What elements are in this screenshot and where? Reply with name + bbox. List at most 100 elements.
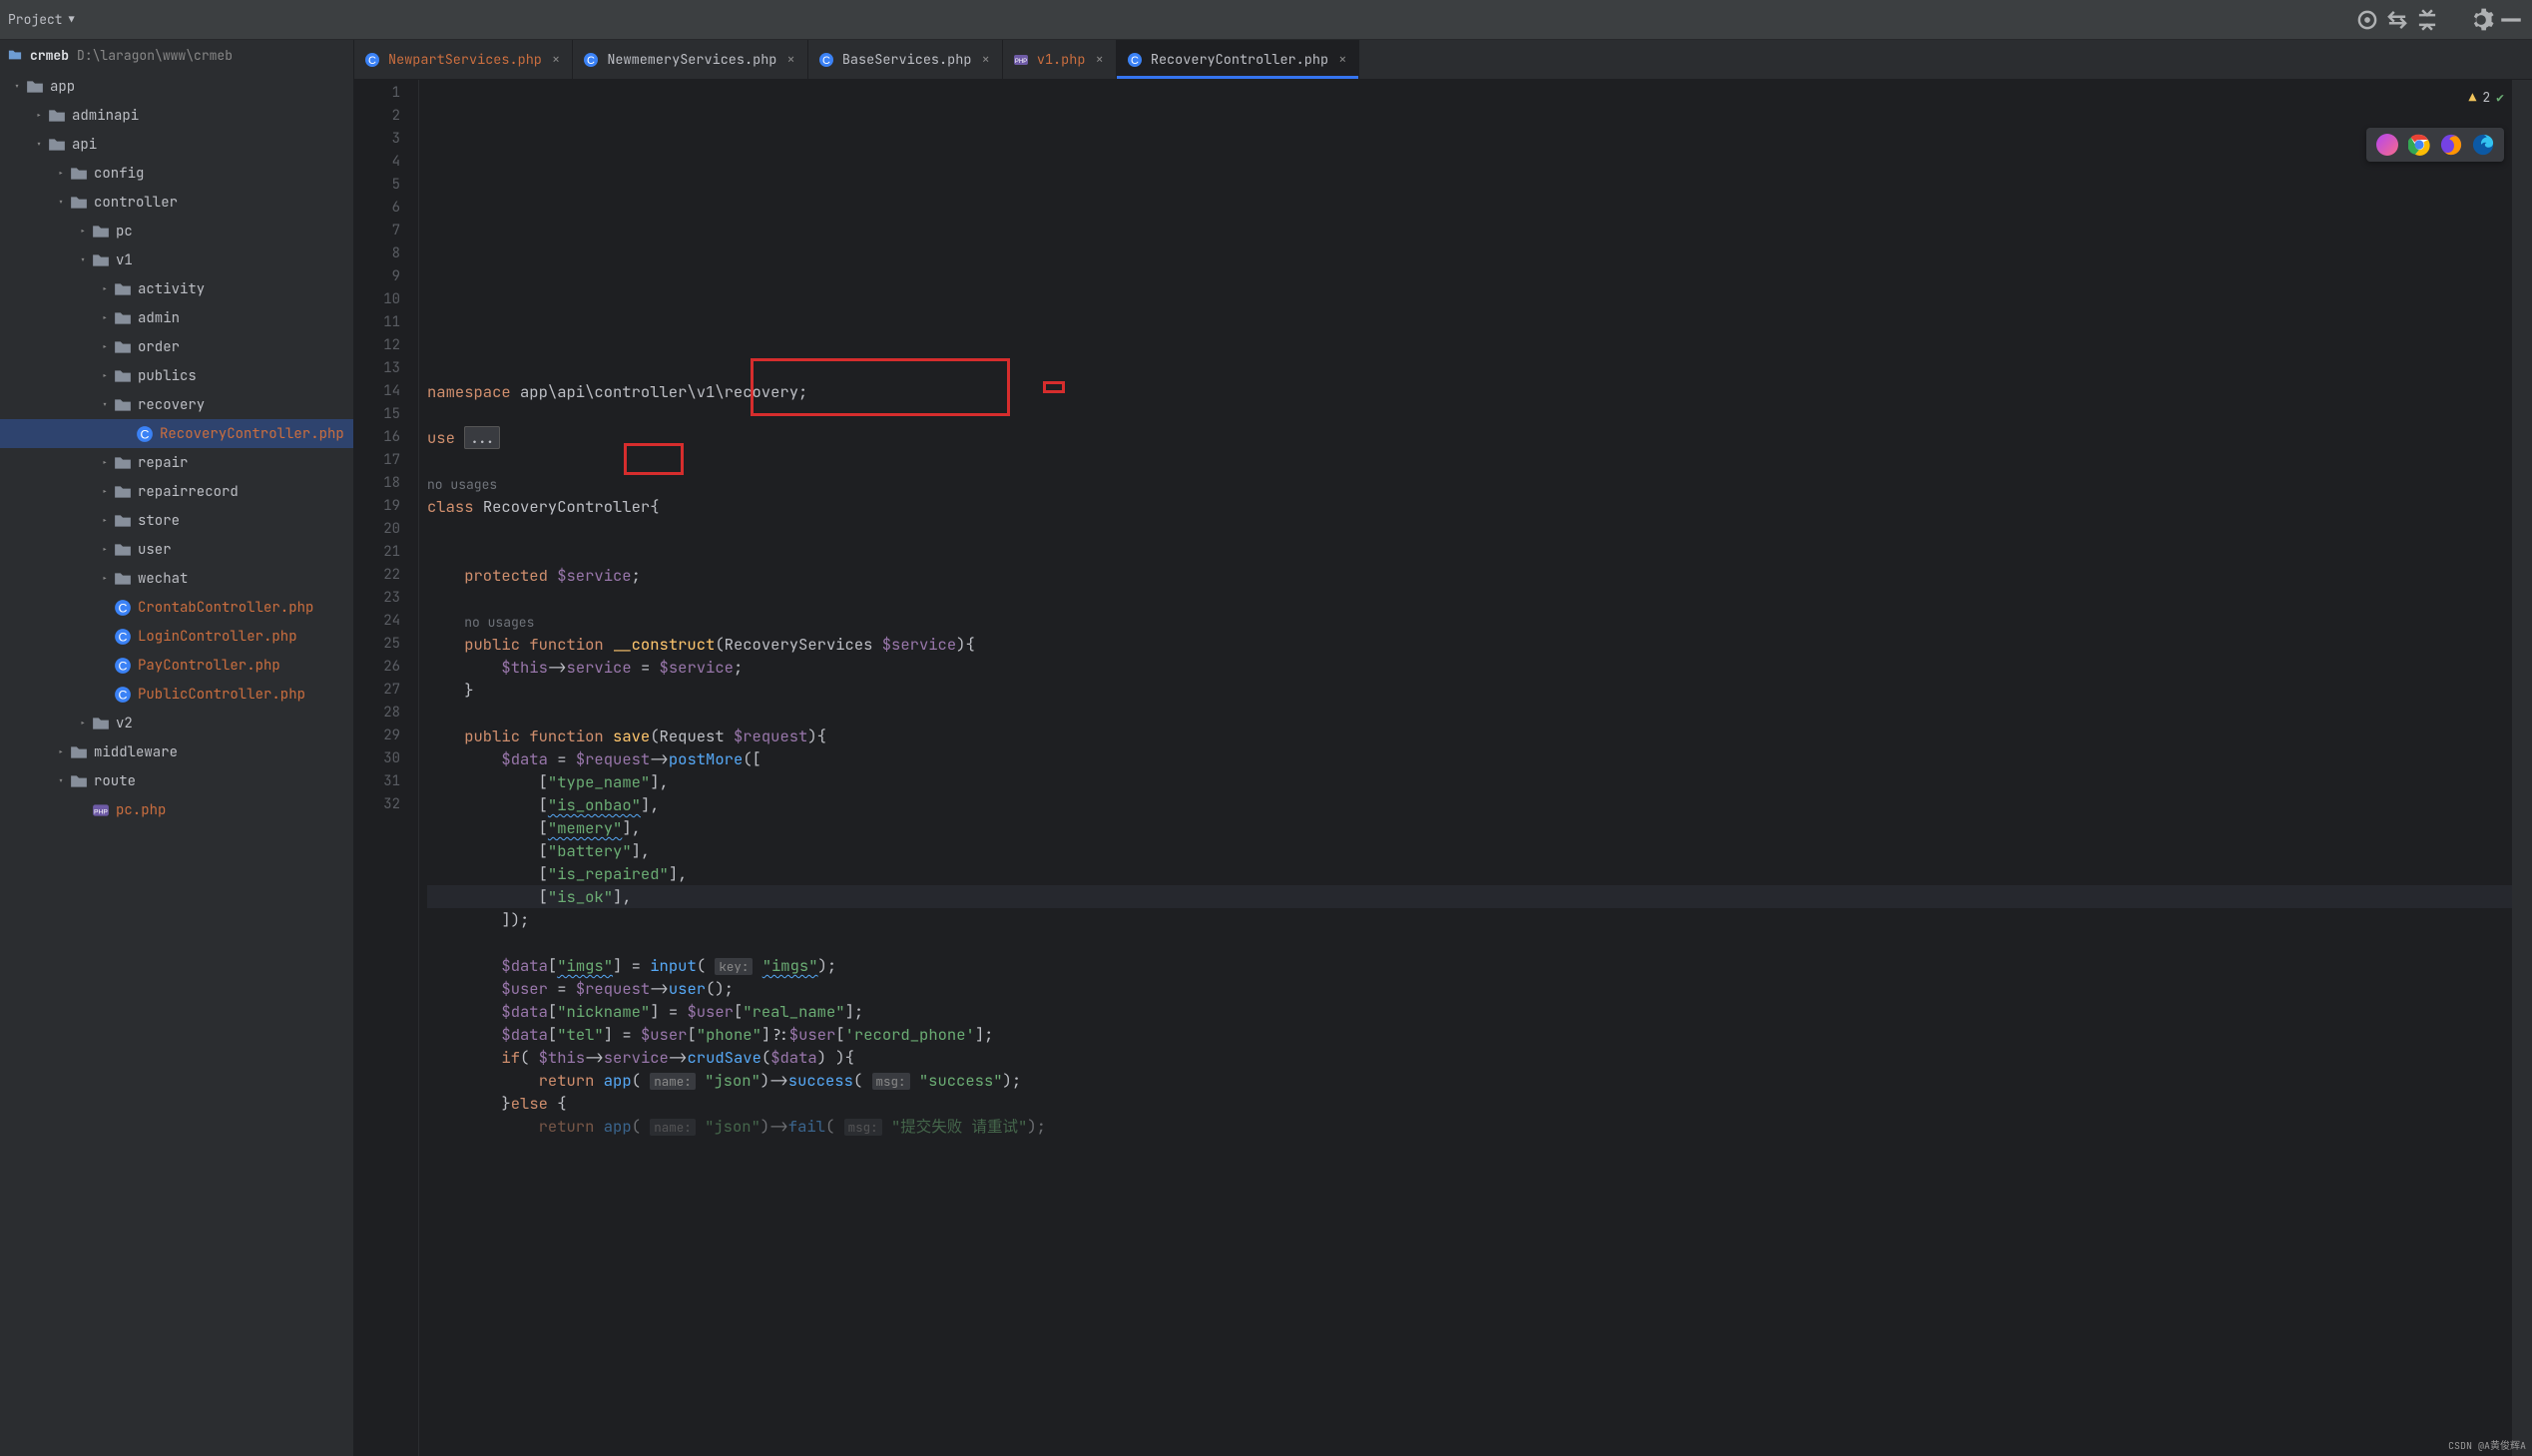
code-line[interactable]: namespace app\api\controller\v1\recovery…	[427, 380, 2512, 403]
chevron-right-icon[interactable]: ▸	[96, 572, 114, 585]
project-tree[interactable]: ▾app▸adminapi▾api▸config▾controller▸pc▾v…	[0, 70, 353, 824]
tree-folder[interactable]: ▸publics	[0, 361, 353, 390]
tree-folder[interactable]: ▸middleware	[0, 737, 353, 766]
chevron-right-icon[interactable]: ▸	[74, 717, 92, 729]
code-line[interactable]: $data["imgs"] = input( key: "imgs");	[427, 954, 2512, 977]
tree-folder[interactable]: ▾api	[0, 130, 353, 159]
line-number[interactable]: 20	[354, 518, 400, 541]
gear-icon[interactable]	[2468, 7, 2494, 33]
line-number[interactable]: 24	[354, 610, 400, 633]
project-dropdown[interactable]: Project ▼	[8, 11, 75, 28]
line-number[interactable]: 23	[354, 587, 400, 610]
line-number[interactable]: 30	[354, 747, 400, 770]
code-line[interactable]: }else {	[427, 1092, 2512, 1115]
project-root[interactable]: crmeb D:\laragon\www\crmeb	[0, 40, 353, 70]
line-number[interactable]: 14	[354, 380, 400, 403]
chevron-right-icon[interactable]: ▸	[96, 369, 114, 382]
line-number[interactable]: 7	[354, 220, 400, 243]
chevron-right-icon[interactable]: ▸	[30, 109, 48, 122]
tree-folder[interactable]: ▸config	[0, 159, 353, 188]
line-gutter[interactable]: 1234567891011121314151617181920212223242…	[354, 80, 419, 1456]
firefox-icon[interactable]	[2440, 134, 2462, 156]
code-line[interactable]: no usages	[427, 472, 2512, 495]
line-number[interactable]: 2	[354, 105, 400, 128]
tree-folder[interactable]: ▸adminapi	[0, 101, 353, 130]
close-icon[interactable]: ×	[1336, 49, 1348, 71]
line-number[interactable]: 9	[354, 265, 400, 288]
line-number[interactable]: 15	[354, 403, 400, 426]
editor-tab[interactable]: CBaseServices.php×	[808, 40, 1003, 79]
tree-file[interactable]: ▸CRecoveryController.php	[0, 419, 353, 448]
tree-folder[interactable]: ▸user	[0, 535, 353, 564]
code-line[interactable]: $data["nickname"] = $user["real_name"];	[427, 1000, 2512, 1023]
chevron-right-icon[interactable]: ▸	[52, 745, 70, 758]
code-line[interactable]: ["is_repaired"],	[427, 862, 2512, 885]
code-line[interactable]	[427, 357, 2512, 380]
editor-tab[interactable]: CRecoveryController.php×	[1117, 40, 1360, 79]
code-line[interactable]: return app( name: "json")->success( msg:…	[427, 1069, 2512, 1092]
tree-folder[interactable]: ▾app	[0, 72, 353, 101]
line-number[interactable]: 3	[354, 128, 400, 151]
close-icon[interactable]: ×	[550, 49, 562, 71]
line-number[interactable]: 17	[354, 449, 400, 472]
inspection-widget[interactable]: ▲ 2 ✔	[2469, 86, 2504, 109]
chevron-down-icon[interactable]: ▾	[96, 398, 114, 411]
code-editor[interactable]: ▲ 2 ✔ namespace app\api\controller	[419, 80, 2512, 1456]
tree-folder[interactable]: ▾controller	[0, 188, 353, 217]
chrome-icon[interactable]	[2408, 134, 2430, 156]
chevron-right-icon[interactable]: ▸	[52, 167, 70, 180]
code-line[interactable]: return app( name: "json")->fail( msg: "提…	[427, 1115, 2512, 1138]
chevron-down-icon[interactable]: ▾	[52, 196, 70, 209]
chevron-down-icon[interactable]: ▾	[8, 80, 26, 93]
tree-folder[interactable]: ▸repair	[0, 448, 353, 477]
tree-file[interactable]: ▸CLoginController.php	[0, 622, 353, 651]
line-number[interactable]: 28	[354, 702, 400, 725]
tree-file[interactable]: ▸CPublicController.php	[0, 680, 353, 709]
line-number[interactable]: 22	[354, 564, 400, 587]
line-number[interactable]: 4	[354, 151, 400, 174]
tree-folder[interactable]: ▸wechat	[0, 564, 353, 593]
code-line[interactable]: ["is_ok"],	[427, 885, 2512, 908]
line-number[interactable]: 12	[354, 334, 400, 357]
code-line[interactable]: class RecoveryController{	[427, 495, 2512, 518]
code-line[interactable]: $data["tel"] = $user["phone"]?:$user['re…	[427, 1023, 2512, 1046]
hide-icon[interactable]	[2498, 7, 2524, 33]
close-icon[interactable]: ×	[979, 49, 991, 71]
editor-tab[interactable]: CNewpartServices.php×	[354, 40, 573, 79]
tree-folder[interactable]: ▾recovery	[0, 390, 353, 419]
line-number[interactable]: 26	[354, 656, 400, 679]
collapse-all-icon[interactable]	[2414, 7, 2440, 33]
tree-folder[interactable]: ▾v1	[0, 245, 353, 274]
chevron-down-icon[interactable]: ▾	[52, 774, 70, 787]
tree-folder[interactable]: ▸order	[0, 332, 353, 361]
code-line[interactable]	[427, 541, 2512, 564]
editor-tab[interactable]: PHPv1.php×	[1003, 40, 1117, 79]
chevron-right-icon[interactable]: ▸	[96, 311, 114, 324]
code-line[interactable]	[427, 702, 2512, 725]
code-line[interactable]: protected $service;	[427, 564, 2512, 587]
minimap[interactable]	[2512, 80, 2532, 1456]
line-number[interactable]: 1	[354, 82, 400, 105]
code-line[interactable]: ]);	[427, 908, 2512, 931]
close-icon[interactable]: ×	[784, 49, 796, 71]
line-number[interactable]: 29	[354, 725, 400, 747]
tree-file[interactable]: ▸CPayController.php	[0, 651, 353, 680]
line-number[interactable]: 25	[354, 633, 400, 656]
line-number[interactable]: 27	[354, 679, 400, 702]
line-number[interactable]: 10	[354, 288, 400, 311]
line-number[interactable]: 11	[354, 311, 400, 334]
code-line[interactable]	[427, 587, 2512, 610]
chevron-down-icon[interactable]: ▾	[74, 253, 92, 266]
code-line[interactable]: no usages	[427, 610, 2512, 633]
line-number[interactable]: 8	[354, 243, 400, 265]
locate-icon[interactable]	[2354, 7, 2380, 33]
line-number[interactable]: 31	[354, 770, 400, 793]
open-in-browser[interactable]	[2366, 128, 2504, 162]
tree-folder[interactable]: ▸pc	[0, 217, 353, 245]
code-line[interactable]	[427, 931, 2512, 954]
line-number[interactable]: 32	[354, 793, 400, 816]
line-number[interactable]: 19	[354, 495, 400, 518]
code-line[interactable]: ["is_onbao"],	[427, 793, 2512, 816]
code-line[interactable]: }	[427, 679, 2512, 702]
code-line[interactable]: ["memery"],	[427, 816, 2512, 839]
